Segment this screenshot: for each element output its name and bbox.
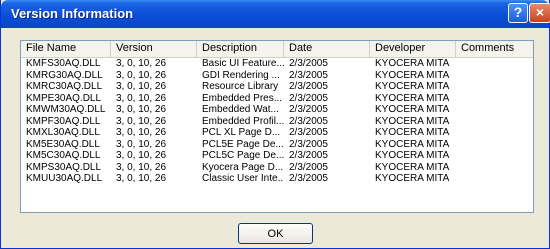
cell-description: Basic UI Feature...: [202, 58, 284, 69]
column-header-version[interactable]: Version: [111, 41, 197, 57]
cell-comments: [456, 150, 533, 162]
cell-date: 2/3/2005: [289, 92, 328, 104]
cell-date: 2/3/2005: [289, 81, 328, 92]
cell-comments: [456, 81, 533, 93]
column-header-date[interactable]: Date: [284, 41, 370, 57]
cell-description: Embedded Profil...: [202, 115, 284, 127]
cell-developer: KYOCERA MITA: [375, 69, 450, 81]
table-row[interactable]: KMPF30AQ.DLL 3, 0, 10, 26 Embedded Profil.…: [21, 116, 533, 128]
cell-comments: [456, 162, 533, 174]
column-header-file-name[interactable]: File Name: [21, 41, 111, 57]
table-row[interactable]: KM5E30AQ.DLL 3, 0, 10, 26 PCL5E Page De...…: [21, 139, 533, 151]
cell-file-name: KMRC30AQ.DLL: [26, 81, 103, 92]
cell-version: 3, 0, 10, 26: [116, 115, 167, 127]
cell-date: 2/3/2005: [289, 104, 328, 115]
cell-comments: [456, 93, 533, 105]
cell-comments: [456, 104, 533, 116]
list-body: KMFS30AQ.DLL 3, 0, 10, 26 Basic UI Feature…: [21, 58, 533, 185]
cell-date: 2/3/2005: [289, 69, 328, 81]
cell-comments: [456, 70, 533, 82]
cell-description: GDI Rendering ...: [202, 69, 280, 81]
cell-version: 3, 0, 10, 26: [116, 173, 167, 184]
cell-version: 3, 0, 10, 26: [116, 92, 167, 104]
cell-developer: KYOCERA MITA: [375, 138, 450, 150]
cell-description: PCL XL Page D...: [202, 127, 281, 138]
cell-version: 3, 0, 10, 26: [116, 104, 167, 115]
cell-version: 3, 0, 10, 26: [116, 69, 167, 81]
cell-date: 2/3/2005: [289, 150, 328, 161]
cell-file-name: KMUU30AQ.DLL: [26, 173, 103, 184]
cell-comments: [456, 127, 533, 139]
table-row[interactable]: KMWM30AQ.DLL 3, 0, 10, 26 Embedded Wat... 2…: [21, 104, 533, 116]
table-row[interactable]: KMXL30AQ.DLL 3, 0, 10, 26 PCL XL Page D...…: [21, 127, 533, 139]
cell-developer: KYOCERA MITA: [375, 115, 450, 127]
version-list[interactable]: File Name Version Description Date Devel…: [20, 40, 534, 213]
cell-file-name: KM5E30AQ.DLL: [26, 138, 100, 150]
table-row[interactable]: KMRC30AQ.DLL 3, 0, 10, 26 Resource Library…: [21, 81, 533, 93]
cell-description: Embedded Pres...: [202, 92, 283, 104]
cell-date: 2/3/2005: [289, 173, 328, 184]
table-row[interactable]: KMUU30AQ.DLL 3, 0, 10, 26 Classic User Int…: [21, 173, 533, 185]
table-row[interactable]: KMPE30AQ.DLL 3, 0, 10, 26 Embedded Pres...…: [21, 93, 533, 105]
cell-developer: KYOCERA MITA: [375, 92, 450, 104]
close-button[interactable]: ×: [529, 3, 550, 23]
cell-file-name: KMPS30AQ.DLL: [26, 161, 102, 173]
cell-date: 2/3/2005: [289, 138, 328, 150]
cell-developer: KYOCERA MITA: [375, 81, 450, 92]
cell-file-name: KMPF30AQ.DLL: [26, 115, 101, 127]
cell-description: Embedded Wat...: [202, 104, 279, 115]
cell-description: PCL5E Page De...: [202, 138, 284, 150]
table-row[interactable]: KM5C30AQ.DLL 3, 0, 10, 26 PCL5C Page De...…: [21, 150, 533, 162]
table-row[interactable]: KMPS30AQ.DLL 3, 0, 10, 26 Kyocera Page D..…: [21, 162, 533, 174]
cell-developer: KYOCERA MITA: [375, 161, 450, 173]
cell-date: 2/3/2005: [289, 161, 328, 173]
column-header-description[interactable]: Description: [197, 41, 284, 57]
cell-description: PCL5C Page De...: [202, 150, 284, 161]
window-title: Version Information: [11, 6, 134, 21]
cell-comments: [456, 173, 533, 185]
cell-version: 3, 0, 10, 26: [116, 127, 167, 138]
cell-version: 3, 0, 10, 26: [116, 81, 167, 92]
cell-file-name: KMPE30AQ.DLL: [26, 92, 102, 104]
cell-file-name: KMFS30AQ.DLL: [26, 58, 101, 69]
cell-developer: KYOCERA MITA: [375, 58, 450, 69]
cell-comments: [456, 58, 533, 70]
cell-developer: KYOCERA MITA: [375, 173, 450, 184]
help-button[interactable]: ?: [508, 3, 528, 23]
cell-version: 3, 0, 10, 26: [116, 161, 167, 173]
column-header-developer[interactable]: Developer: [370, 41, 456, 57]
column-header-comments[interactable]: Comments: [456, 41, 533, 57]
cell-description: Kyocera Page D...: [202, 161, 284, 173]
cell-date: 2/3/2005: [289, 58, 328, 69]
cell-version: 3, 0, 10, 26: [116, 150, 167, 161]
version-information-dialog: Version Information ? × File Name Versio…: [0, 0, 550, 249]
cell-file-name: KMXL30AQ.DLL: [26, 127, 100, 138]
cell-file-name: KM5C30AQ.DLL: [26, 150, 101, 161]
cell-developer: KYOCERA MITA: [375, 104, 450, 115]
cell-date: 2/3/2005: [289, 127, 328, 138]
cell-file-name: KMRG30AQ.DLL: [26, 69, 103, 81]
cell-description: Classic User Inte...: [202, 173, 284, 184]
table-row[interactable]: KMFS30AQ.DLL 3, 0, 10, 26 Basic UI Feature…: [21, 58, 533, 70]
table-row[interactable]: KMRG30AQ.DLL 3, 0, 10, 26 GDI Rendering ..…: [21, 70, 533, 82]
ok-button[interactable]: OK: [238, 223, 313, 244]
list-header: File Name Version Description Date Devel…: [21, 41, 533, 58]
cell-comments: [456, 139, 533, 151]
cell-version: 3, 0, 10, 26: [116, 58, 167, 69]
cell-file-name: KMWM30AQ.DLL: [26, 104, 106, 115]
title-bar[interactable]: Version Information ? ×: [1, 0, 550, 28]
cell-comments: [456, 116, 533, 128]
cell-date: 2/3/2005: [289, 115, 328, 127]
cell-developer: KYOCERA MITA: [375, 150, 450, 161]
cell-version: 3, 0, 10, 26: [116, 138, 167, 150]
cell-developer: KYOCERA MITA: [375, 127, 450, 138]
cell-description: Resource Library: [202, 81, 279, 92]
